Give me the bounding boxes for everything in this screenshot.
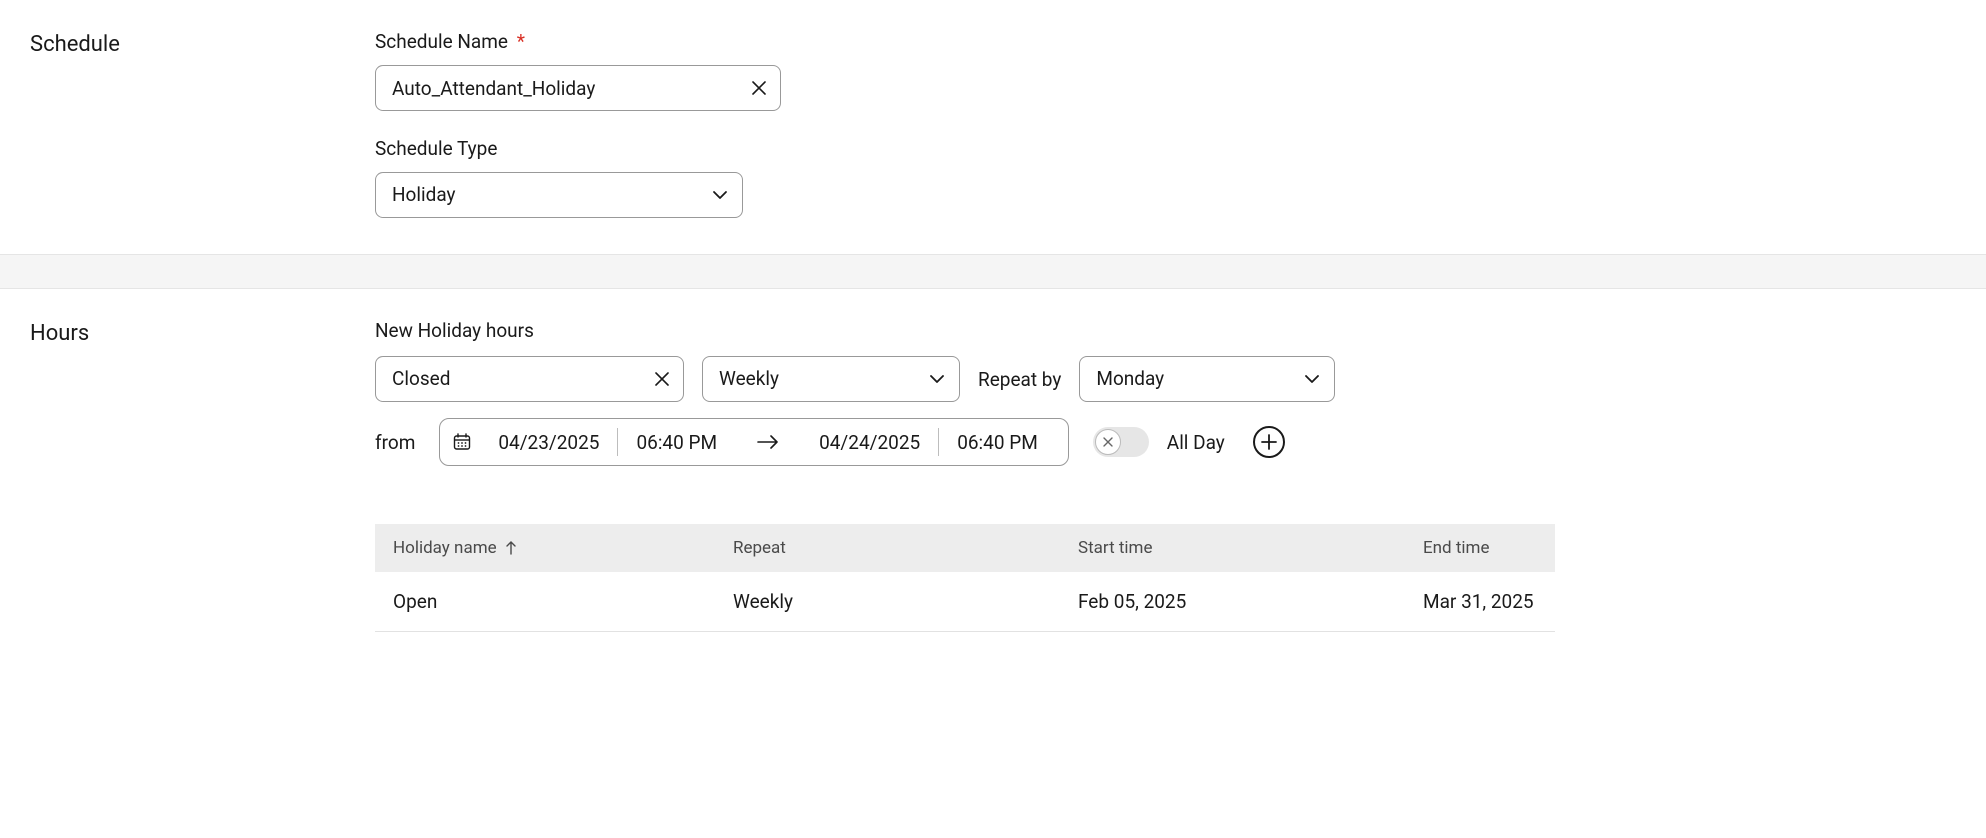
schedule-section-content: Schedule Name * Schedule Type Holiday [375,30,1956,224]
hours-frequency-select-wrap[interactable]: Weekly [702,356,960,402]
schedule-name-field: Schedule Name * [375,30,1956,111]
hours-section: Hours New Holiday hours Closed Weekly [0,289,1986,662]
table-cell-start: Feb 05, 2025 [1078,590,1423,613]
table-cell-repeat: Weekly [733,590,1078,613]
schedule-type-select-wrap[interactable]: Holiday [375,172,743,218]
schedule-name-input-wrap [375,65,781,111]
hours-status-value: Closed [392,367,450,390]
from-time-value[interactable]: 06:40 PM [618,426,735,458]
section-divider [0,254,1986,289]
hours-datetime-row: from 04/23/2025 06:40 PM [375,418,1956,466]
calendar-icon [452,432,472,452]
hours-section-label: Hours [30,319,375,632]
hours-section-content: New Holiday hours Closed Weekly Repeat b… [375,319,1956,632]
schedule-section: Schedule Schedule Name * Schedule Type H… [0,0,1986,254]
table-header-end[interactable]: End time [1423,538,1537,558]
sort-asc-icon [505,541,517,555]
from-label: from [375,431,415,454]
new-hours-label: New Holiday hours [375,319,1956,342]
repeat-by-select[interactable]: Monday [1079,356,1335,402]
schedule-type-label: Schedule Type [375,137,1956,160]
holiday-table: Holiday name Repeat Start time End time … [375,524,1555,632]
hours-status-select-wrap[interactable]: Closed [375,356,684,402]
required-star-icon: * [517,30,525,53]
hours-config-row: Closed Weekly Repeat by Monday [375,356,1956,402]
schedule-name-input[interactable] [375,65,781,111]
table-header-start[interactable]: Start time [1078,538,1423,558]
to-time-value[interactable]: 06:40 PM [939,426,1056,458]
schedule-name-label-text: Schedule Name [375,30,508,53]
schedule-section-label: Schedule [30,30,375,224]
all-day-toggle[interactable] [1093,427,1149,457]
schedule-type-select[interactable]: Holiday [375,172,743,218]
table-header-name[interactable]: Holiday name [393,538,733,558]
repeat-by-label: Repeat by [978,368,1061,391]
table-header-name-text: Holiday name [393,538,497,558]
to-date-value[interactable]: 04/24/2025 [801,426,938,458]
close-icon [1102,436,1114,448]
table-header-row: Holiday name Repeat Start time End time [375,524,1555,572]
plus-icon [1261,434,1277,450]
repeat-by-select-wrap[interactable]: Monday [1079,356,1335,402]
repeat-by-value: Monday [1096,367,1164,390]
table-header-repeat[interactable]: Repeat [733,538,1078,558]
schedule-type-field: Schedule Type Holiday [375,137,1956,218]
table-row[interactable]: Open Weekly Feb 05, 2025 Mar 31, 2025 [375,572,1555,632]
hours-frequency-select[interactable]: Weekly [702,356,960,402]
hours-status-select[interactable]: Closed [375,356,684,402]
table-cell-name: Open [393,590,733,613]
table-cell-end: Mar 31, 2025 [1423,590,1537,613]
clear-icon[interactable] [751,80,767,96]
toggle-knob [1095,429,1121,455]
add-button[interactable] [1253,426,1285,458]
arrow-right-icon [735,435,801,449]
from-date-value[interactable]: 04/23/2025 [480,426,617,458]
clear-icon[interactable] [654,371,670,387]
schedule-type-value: Holiday [392,183,456,206]
schedule-name-label: Schedule Name * [375,30,1956,53]
all-day-label: All Day [1167,431,1225,454]
hours-frequency-value: Weekly [719,367,779,390]
datetime-range-picker[interactable]: 04/23/2025 06:40 PM 04/24/2025 06:40 PM [439,418,1068,466]
